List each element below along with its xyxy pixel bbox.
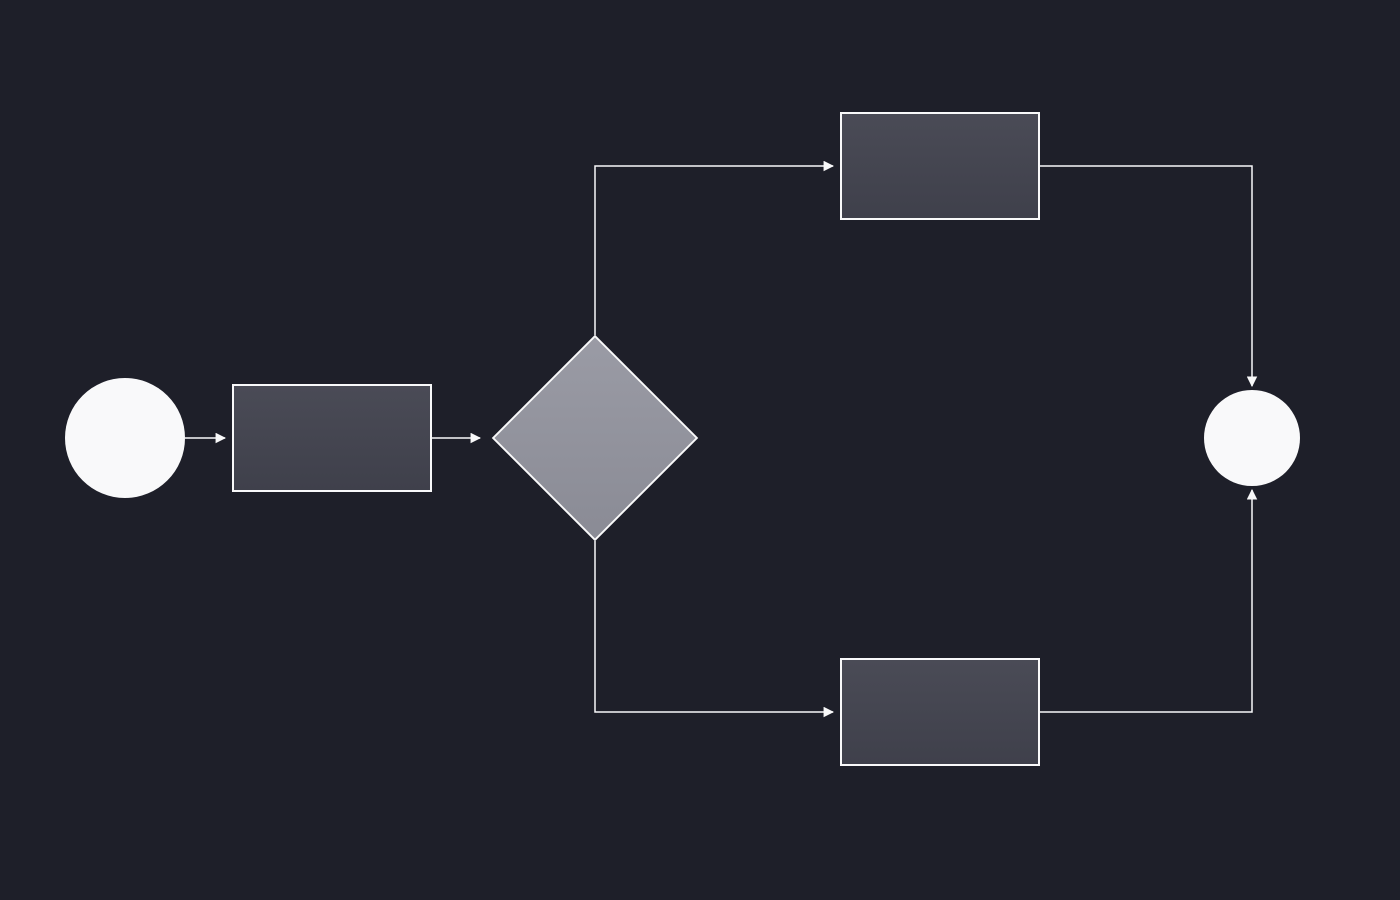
node-branch-bottom[interactable] (840, 658, 1040, 766)
node-branch-top[interactable] (840, 112, 1040, 220)
edge-decision-to-branch-top (595, 166, 833, 335)
node-decision[interactable] (522, 365, 668, 511)
edges-layer (0, 0, 1400, 900)
node-start[interactable] (65, 378, 185, 498)
node-end[interactable] (1204, 390, 1300, 486)
edge-decision-to-branch-bottom (595, 541, 833, 712)
node-step1[interactable] (232, 384, 432, 492)
edge-branch-bottom-to-end (1040, 490, 1252, 712)
edge-branch-top-to-end (1040, 166, 1252, 386)
flowchart-canvas (0, 0, 1400, 900)
